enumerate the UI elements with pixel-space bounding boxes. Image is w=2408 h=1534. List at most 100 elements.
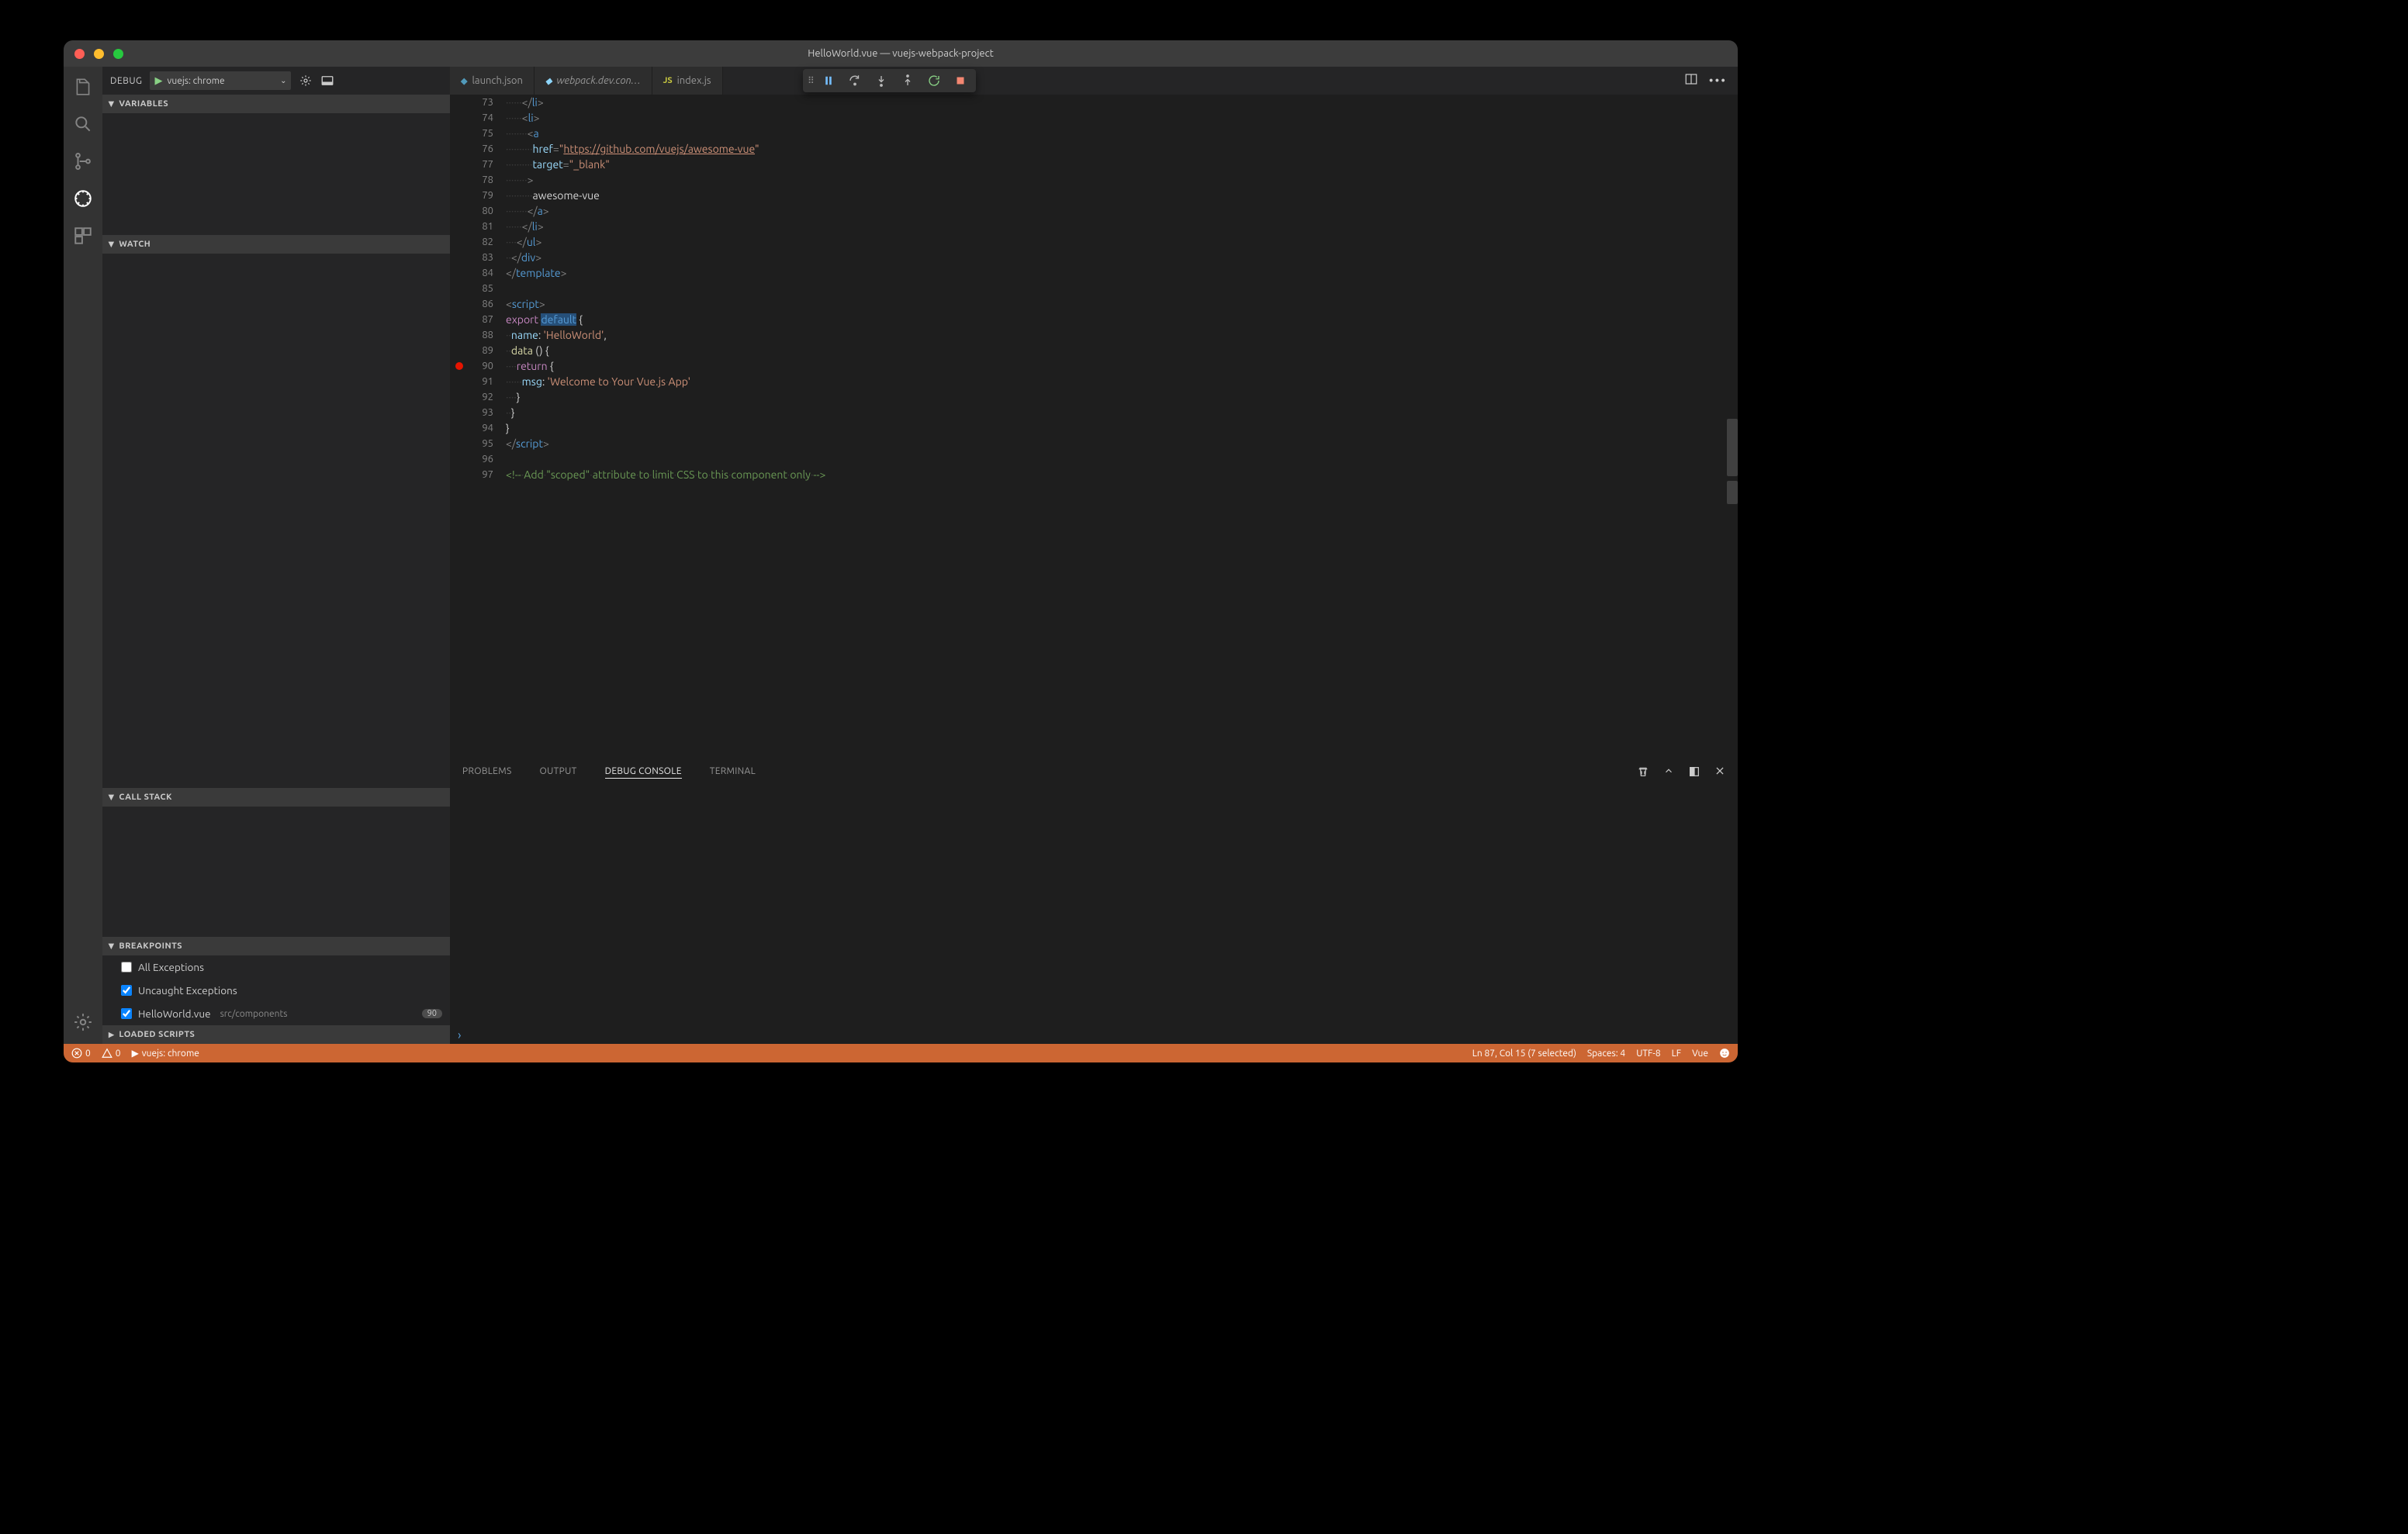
code-line[interactable]: 78········> (450, 172, 1738, 188)
debug-console-toggle-icon[interactable] (320, 74, 334, 88)
status-errors[interactable]: 0 (71, 1048, 91, 1059)
minimap[interactable] (1725, 95, 1738, 758)
status-debug-launch[interactable]: ▶ vuejs: chrome (132, 1048, 199, 1059)
bottom-panel: PROBLEMS OUTPUT DEBUG CONSOLE TERMINAL (450, 758, 1738, 1044)
watch-label: WATCH (119, 240, 150, 249)
code-line[interactable]: 76··········href="https://github.com/vue… (450, 141, 1738, 157)
code-line[interactable]: 97<!--·Add·"scoped"·attribute·to·limit·C… (450, 467, 1738, 482)
status-bar: 0 0 ▶ vuejs: chrome Ln 87, Col 15 (7 sel… (64, 1044, 1738, 1062)
pause-icon[interactable] (818, 70, 839, 92)
debug-config-select[interactable]: ▶ vuejs: chrome ⌄ (150, 71, 291, 90)
status-cursor[interactable]: Ln 87, Col 15 (7 selected) (1472, 1049, 1576, 1059)
panel-tab[interactable]: PROBLEMS (462, 766, 512, 779)
breakpoints-section[interactable]: ▶BREAKPOINTS (102, 937, 450, 955)
panel-tab[interactable]: OUTPUT (540, 766, 577, 779)
step-into-icon[interactable] (870, 70, 892, 92)
editor-tab[interactable]: ◆webpack.dev.con… (535, 67, 652, 95)
code-line[interactable]: 91······msg: 'Welcome·to·Your·Vue.js·App… (450, 374, 1738, 389)
step-out-icon[interactable] (897, 70, 919, 92)
status-encoding[interactable]: UTF-8 (1636, 1049, 1660, 1059)
source-control-icon[interactable] (72, 150, 94, 172)
breakpoint-checkbox[interactable] (121, 1008, 132, 1019)
code-editor[interactable]: 73······</li>74······<li>75········<a76·… (450, 95, 1738, 758)
line-number: 90 (469, 361, 493, 371)
drag-handle-icon[interactable]: ⠿ (808, 75, 813, 86)
line-number: 88 (469, 330, 493, 340)
line-number: 73 (469, 97, 493, 108)
code-line[interactable]: 88··name: 'HelloWorld', (450, 327, 1738, 343)
status-language[interactable]: Vue (1692, 1049, 1708, 1059)
status-spaces[interactable]: Spaces: 4 (1587, 1049, 1625, 1059)
code-line[interactable]: 94} (450, 420, 1738, 436)
debug-settings-icon[interactable] (299, 74, 313, 88)
line-number: 85 (469, 283, 493, 294)
breakpoint-row[interactable]: HelloWorld.vuesrc/components90 (102, 1002, 450, 1025)
code-line[interactable]: 82····</ul> (450, 234, 1738, 250)
extensions-icon[interactable] (72, 225, 94, 247)
more-actions-icon[interactable]: ••• (1709, 74, 1727, 88)
debug-icon[interactable] (72, 188, 94, 209)
maximize-panel-icon[interactable] (1688, 765, 1700, 780)
step-over-icon[interactable] (844, 70, 866, 92)
code-line[interactable]: 79··········awesome-vue (450, 188, 1738, 203)
panel-tab[interactable]: DEBUG CONSOLE (605, 766, 682, 779)
search-icon[interactable] (72, 113, 94, 135)
code-line[interactable]: 90····return { (450, 358, 1738, 374)
settings-gear-icon[interactable] (72, 1011, 94, 1033)
status-warnings[interactable]: 0 (102, 1048, 121, 1059)
debug-floating-toolbar[interactable]: ⠿ (803, 69, 976, 92)
breakpoint-row[interactable]: All Exceptions (102, 955, 450, 979)
breakpoint-checkbox[interactable] (121, 985, 132, 996)
close-window[interactable] (74, 49, 85, 59)
line-number: 75 (469, 128, 493, 139)
variables-section[interactable]: ▶VARIABLES (102, 95, 450, 113)
code-line[interactable]: 83··</div> (450, 250, 1738, 265)
code-line[interactable]: 87export·default { (450, 312, 1738, 327)
loaded-scripts-section[interactable]: ▶LOADED SCRIPTS (102, 1025, 450, 1044)
minimize-window[interactable] (94, 49, 104, 59)
collapse-panel-icon[interactable] (1663, 765, 1674, 780)
code-line[interactable]: 84</template> (450, 265, 1738, 281)
code-line[interactable]: 80········</a> (450, 203, 1738, 219)
code-line[interactable]: 75········<a (450, 126, 1738, 141)
code-line[interactable]: 95</script> (450, 436, 1738, 451)
js-icon: JS (663, 76, 673, 85)
editor-tab[interactable]: ◆launch.json (450, 67, 535, 95)
tab-label: launch.json (472, 75, 522, 86)
line-number: 84 (469, 268, 493, 278)
watch-section[interactable]: ▶WATCH (102, 235, 450, 254)
stop-icon[interactable] (950, 70, 971, 92)
breakpoint-checkbox[interactable] (121, 962, 132, 973)
code-line[interactable]: 81······</li> (450, 219, 1738, 234)
callstack-section[interactable]: ▶CALL STACK (102, 788, 450, 807)
start-debug-icon[interactable]: ▶ (154, 75, 162, 87)
code-line[interactable]: 74······<li> (450, 110, 1738, 126)
code-line[interactable]: 96 (450, 451, 1738, 467)
code-line[interactable]: 77··········target="_blank" (450, 157, 1738, 172)
split-editor-icon[interactable] (1684, 72, 1698, 89)
status-eol[interactable]: LF (1672, 1049, 1681, 1059)
status-feedback-icon[interactable] (1719, 1048, 1730, 1059)
line-number: 89 (469, 345, 493, 356)
line-number: 74 (469, 112, 493, 123)
breakpoint-dot-icon[interactable] (455, 362, 463, 370)
debug-config-name: vuejs: chrome (167, 76, 275, 86)
code-line[interactable]: 73······</li> (450, 95, 1738, 110)
line-number: 91 (469, 376, 493, 387)
variables-label: VARIABLES (119, 99, 168, 109)
editor-tab[interactable]: JSindex.js (652, 67, 723, 95)
close-panel-icon[interactable] (1714, 765, 1725, 780)
panel-tab[interactable]: TERMINAL (710, 766, 756, 779)
code-line[interactable]: 89··data () { (450, 343, 1738, 358)
breakpoint-row[interactable]: Uncaught Exceptions (102, 979, 450, 1002)
restart-icon[interactable] (923, 70, 945, 92)
code-line[interactable]: 93··} (450, 405, 1738, 420)
zoom-window[interactable] (113, 49, 123, 59)
clear-console-icon[interactable] (1637, 765, 1649, 780)
code-line[interactable]: 86<script> (450, 296, 1738, 312)
explorer-icon[interactable] (72, 76, 94, 98)
code-line[interactable]: 92····} (450, 389, 1738, 405)
code-line[interactable]: 85 (450, 281, 1738, 296)
titlebar: HelloWorld.vue — vuejs-webpack-project (64, 40, 1738, 67)
debug-console-input[interactable]: › (450, 1027, 1738, 1044)
